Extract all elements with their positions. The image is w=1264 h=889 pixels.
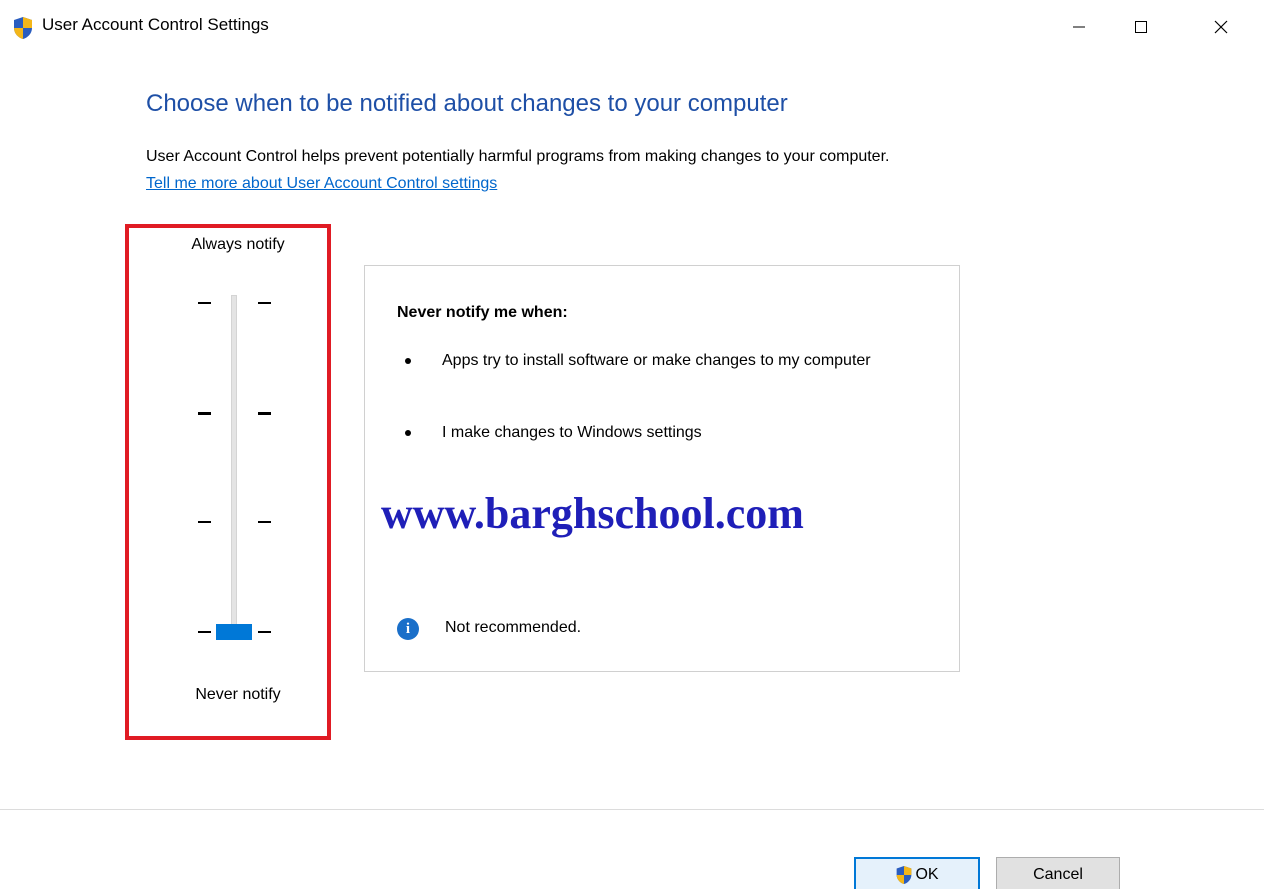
slider-tick — [258, 302, 271, 304]
slider-tick — [198, 521, 211, 523]
page-heading: Choose when to be notified about changes… — [146, 90, 788, 117]
footer-divider — [0, 809, 1264, 810]
minimize-icon — [1073, 26, 1085, 28]
slider-top-label: Always notify — [191, 236, 285, 253]
minimize-button[interactable] — [1051, 0, 1107, 54]
slider-track[interactable] — [231, 295, 237, 637]
description-panel: Never notify me when: Apps try to instal… — [364, 265, 960, 672]
description-text: User Account Control helps prevent poten… — [146, 148, 890, 165]
maximize-icon — [1135, 21, 1147, 33]
bullet-icon — [405, 430, 411, 436]
slider-tick — [198, 631, 211, 633]
help-link[interactable]: Tell me more about User Account Control … — [146, 175, 497, 193]
slider-tick — [198, 302, 211, 304]
uac-shield-icon — [897, 866, 912, 884]
info-icon: i — [397, 618, 419, 640]
list-item: I make changes to Windows settings — [442, 424, 702, 441]
cancel-button-label: Cancel — [1033, 866, 1083, 883]
title-bar: User Account Control Settings — [0, 0, 1264, 54]
slider-tick — [258, 521, 271, 523]
cancel-button[interactable]: Cancel — [996, 857, 1120, 889]
uac-settings-window: User Account Control Settings Choose whe… — [0, 0, 1264, 889]
recommendation-note: Not recommended. — [445, 619, 582, 636]
close-icon — [1214, 20, 1228, 34]
ok-button-label: OK — [915, 866, 939, 883]
slider-tick — [198, 412, 211, 415]
close-button[interactable] — [1193, 0, 1249, 54]
ok-button[interactable]: OK — [854, 857, 980, 889]
panel-heading: Never notify me when: — [397, 304, 568, 321]
slider-bottom-label: Never notify — [195, 686, 281, 703]
watermark-text: www.barghschool.com — [381, 489, 804, 538]
bullet-icon — [405, 358, 411, 364]
slider-tick — [258, 631, 271, 633]
maximize-button[interactable] — [1113, 0, 1169, 54]
slider-thumb[interactable] — [216, 624, 252, 640]
slider-highlight-box — [125, 224, 331, 740]
list-item: Apps try to install software or make cha… — [442, 352, 871, 369]
uac-shield-icon — [14, 17, 32, 39]
window-title: User Account Control Settings — [42, 15, 269, 34]
slider-tick — [258, 412, 271, 415]
